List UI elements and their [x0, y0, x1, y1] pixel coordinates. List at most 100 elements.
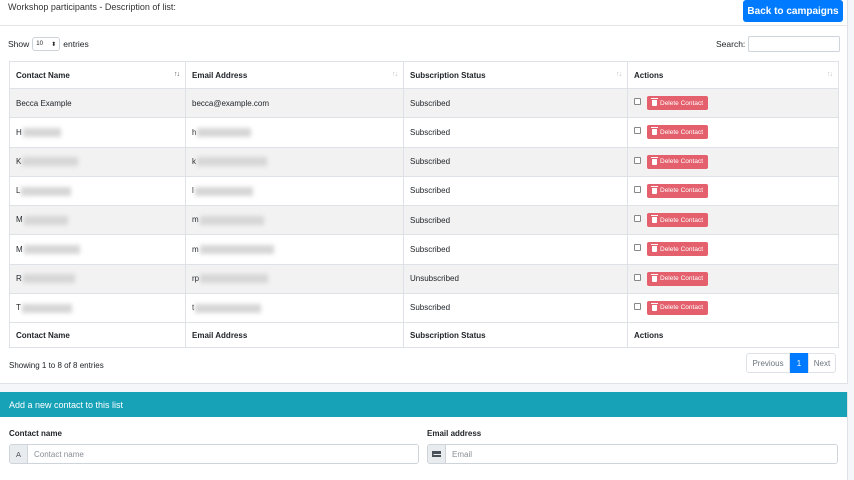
footer-actions: Actions	[627, 322, 839, 348]
trash-icon	[651, 273, 658, 282]
redacted-text	[194, 186, 253, 196]
row-checkbox[interactable]	[634, 302, 641, 310]
table-row: L l Subscribed Delete Contact	[9, 175, 839, 207]
page-1-button[interactable]: 1	[790, 353, 808, 373]
sort-icon: ↑↓	[392, 71, 398, 78]
status-cell: Unsubscribed	[403, 263, 628, 294]
redacted-text	[22, 274, 75, 284]
next-button[interactable]: Next	[808, 353, 836, 373]
delete-contact-button[interactable]: Delete Contact	[647, 213, 708, 228]
row-checkbox[interactable]	[634, 273, 641, 281]
table-row: Becca Example becca@example.com Subscrib…	[9, 87, 839, 119]
redacted-text	[22, 157, 79, 167]
redacted-text	[199, 245, 274, 255]
sort-icon: ↑↓	[616, 71, 622, 78]
actions-cell: Delete Contact	[627, 204, 839, 236]
search-input[interactable]	[748, 36, 841, 52]
trash-icon	[651, 127, 658, 136]
status-cell: Subscribed	[403, 175, 628, 207]
redacted-text	[200, 274, 269, 284]
table-info: Showing 1 to 8 of 8 entries	[9, 361, 104, 370]
list-title: Workshop participants - Description of l…	[8, 2, 176, 12]
sort-icon: ↑↓	[827, 71, 833, 78]
email-cell: h	[185, 117, 404, 148]
actions-cell: Delete Contact	[627, 87, 839, 119]
delete-contact-button[interactable]: Delete Contact	[647, 96, 708, 111]
contact-name-cell: K	[9, 146, 186, 177]
column-header-actions[interactable]: Actions ↑↓	[627, 61, 839, 89]
contact-name-cell: R	[9, 263, 186, 294]
delete-contact-button[interactable]: Delete Contact	[647, 125, 708, 140]
email-cell: l	[185, 175, 404, 207]
delete-contact-button[interactable]: Delete Contact	[647, 242, 708, 257]
redacted-text	[21, 303, 72, 313]
status-cell: Subscribed	[403, 146, 628, 177]
table-row: H h Subscribed Delete Contact	[9, 117, 839, 148]
table-row: K k Subscribed Delete Contact	[9, 146, 839, 177]
sort-asc-icon: ↑↓	[174, 71, 180, 78]
search: Search:	[716, 36, 841, 52]
add-contact-card: Add a new contact to this list Contact n…	[0, 392, 848, 480]
delete-contact-button[interactable]: Delete Contact	[647, 271, 708, 286]
contact-name-cell: Becca Example	[9, 87, 186, 119]
status-cell: Subscribed	[403, 204, 628, 236]
status-cell: Subscribed	[403, 87, 628, 119]
trash-icon	[651, 185, 658, 194]
row-checkbox[interactable]	[634, 215, 641, 223]
delete-contact-button[interactable]: Delete Contact	[647, 154, 708, 169]
table-row: T t Subscribed Delete Contact	[9, 292, 839, 324]
contacts-card: Workshop participants - Description of l…	[0, 0, 848, 384]
redacted-text	[199, 215, 264, 225]
previous-button[interactable]: Previous	[746, 353, 790, 373]
table-row: M m Subscribed Delete Contact	[9, 204, 839, 236]
contact-name-cell: M	[9, 234, 186, 265]
redacted-text	[21, 186, 72, 196]
delete-contact-button[interactable]: Delete Contact	[647, 300, 708, 315]
contact-name-group: A Contact name	[9, 444, 419, 464]
actions-cell: Delete Contact	[627, 234, 839, 265]
row-checkbox[interactable]	[634, 185, 641, 193]
email-cell: m	[185, 204, 404, 236]
entries-select[interactable]: 10 ⬍	[32, 37, 61, 51]
updown-icon: ⬍	[51, 41, 57, 48]
contacts-table: Contact Name ↑↓ Email Address ↑↓ Subscript…	[9, 61, 839, 348]
actions-cell: Delete Contact	[627, 146, 839, 177]
trash-icon	[651, 244, 658, 253]
column-header-status[interactable]: Subscription Status ↑↓	[403, 61, 628, 89]
email-cell: t	[185, 292, 404, 324]
pagination: Previous 1 Next	[746, 353, 836, 373]
row-checkbox[interactable]	[634, 244, 641, 252]
contact-name-cell: M	[9, 204, 186, 236]
row-checkbox[interactable]	[634, 156, 641, 164]
redacted-text	[197, 157, 267, 167]
trash-icon	[651, 302, 658, 311]
search-label: Search:	[716, 39, 746, 49]
column-header-email[interactable]: Email Address ↑↓	[185, 61, 404, 89]
contact-name-cell: H	[9, 117, 186, 148]
trash-icon	[651, 156, 658, 165]
contact-name-cell: T	[9, 292, 186, 324]
email-cell: m	[185, 234, 404, 265]
entries-label: entries	[63, 39, 89, 49]
status-cell: Subscribed	[403, 234, 628, 265]
contact-name-label: Contact name	[9, 429, 62, 438]
envelope-icon	[432, 451, 441, 457]
divider	[0, 25, 848, 26]
add-contact-header: Add a new contact to this list	[0, 392, 847, 417]
redacted-text	[197, 128, 252, 138]
email-cell: rp	[185, 263, 404, 294]
email-address-label: Email address	[427, 429, 482, 438]
contact-name-input[interactable]: Contact name	[28, 445, 418, 463]
row-checkbox[interactable]	[634, 127, 641, 135]
column-header-contact-name[interactable]: Contact Name ↑↓	[9, 61, 186, 89]
footer-contact-name: Contact Name	[9, 322, 186, 348]
footer-status: Subscription Status	[403, 322, 628, 348]
email-group: Email	[427, 444, 838, 464]
status-cell: Subscribed	[403, 292, 628, 324]
trash-icon	[651, 215, 658, 224]
entries-select-value: 10	[36, 41, 43, 47]
delete-contact-button[interactable]: Delete Contact	[647, 183, 708, 198]
back-to-campaigns-button[interactable]: Back to campaigns	[743, 0, 843, 22]
row-checkbox[interactable]	[634, 98, 641, 106]
email-input[interactable]: Email	[446, 445, 837, 463]
